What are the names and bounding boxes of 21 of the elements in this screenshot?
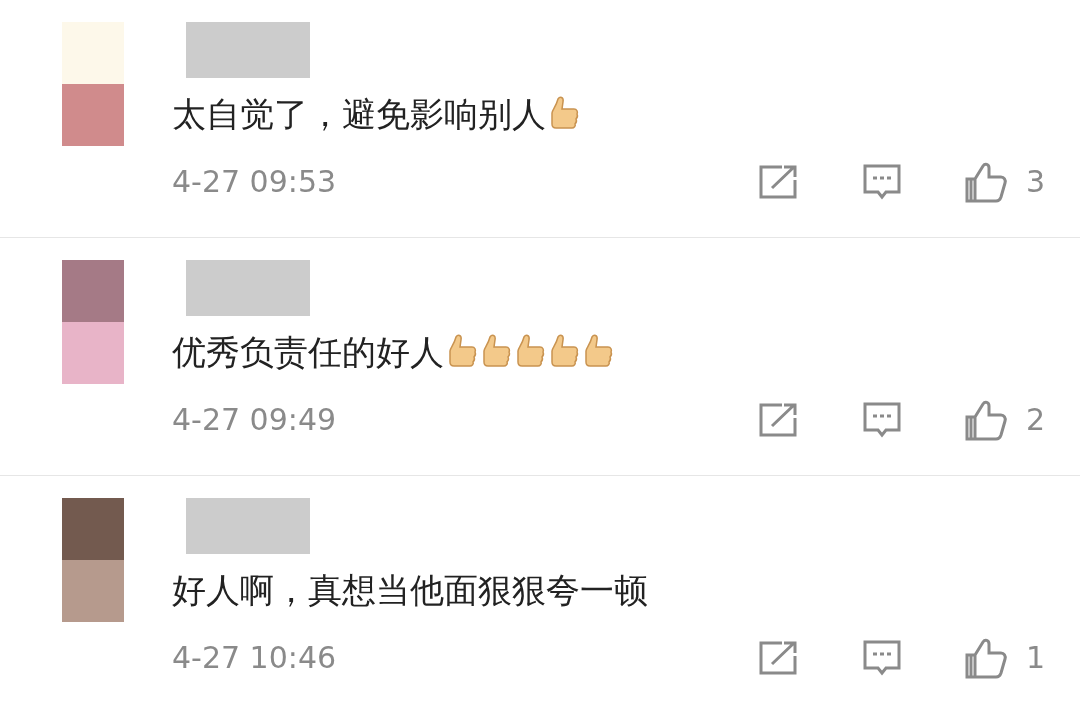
comment-time: 4-27 09:49 <box>172 402 337 438</box>
thumbs-up-icon[interactable] <box>963 399 1008 441</box>
avatar[interactable] <box>62 260 124 384</box>
comment-icon[interactable] <box>861 163 902 201</box>
like-count: 3 <box>1025 164 1045 200</box>
comment-time: 4-27 09:53 <box>172 164 337 200</box>
thumbs-up-icon[interactable] <box>963 637 1008 679</box>
avatar[interactable] <box>62 22 124 146</box>
thumbs-up-icon[interactable] <box>963 161 1008 203</box>
like-count: 1 <box>1025 640 1045 676</box>
comment-text: 太自觉了，避免影响别人 <box>172 93 546 136</box>
share-icon[interactable] <box>757 640 798 676</box>
avatar[interactable] <box>62 498 124 622</box>
like-count: 2 <box>1025 402 1045 438</box>
comment-time: 4-27 10:46 <box>172 640 337 676</box>
comment-icon[interactable] <box>861 401 902 439</box>
share-icon[interactable] <box>757 402 798 438</box>
comment-text: 优秀负责任的好人 <box>172 331 444 374</box>
share-icon[interactable] <box>757 164 798 200</box>
comment-icon[interactable] <box>861 639 902 677</box>
comment-text: 好人啊，真想当他面狠狠夸一顿 <box>172 569 648 612</box>
